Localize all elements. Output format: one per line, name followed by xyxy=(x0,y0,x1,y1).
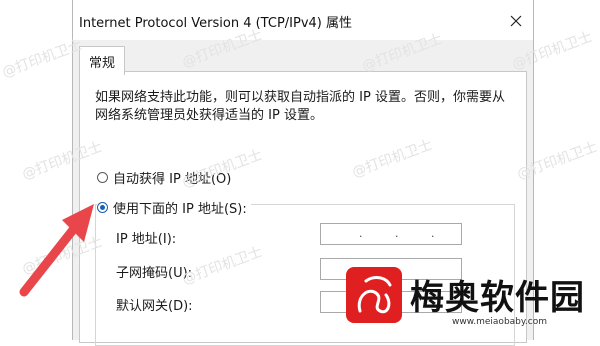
logo-icon xyxy=(346,267,402,323)
ip-separator: . xyxy=(359,227,363,240)
brand-url: www.meiaobaby.com xyxy=(452,317,548,327)
default-gateway-label: 默认网关(D): xyxy=(116,299,193,314)
dragon-icon xyxy=(357,276,392,314)
tab-general[interactable]: 常规 xyxy=(79,46,125,75)
subnet-mask-label: 子网掩码(U): xyxy=(116,266,193,281)
ip-separator: . xyxy=(395,227,399,240)
description-text: 如果网络支持此功能，则可以获取自动指派的 IP 设置。否则，你需要从网络系统管理… xyxy=(95,90,505,123)
close-button[interactable] xyxy=(503,8,529,34)
close-icon xyxy=(510,15,522,27)
ip-address-input[interactable]: . . . xyxy=(320,223,462,245)
auto-ip-option[interactable]: 自动获得 IP 地址(O) xyxy=(97,168,231,187)
window-title: Internet Protocol Version 4 (TCP/IPv4) 属… xyxy=(79,16,353,31)
auto-ip-radio[interactable] xyxy=(97,172,108,183)
auto-ip-label: 自动获得 IP 地址(O) xyxy=(113,172,232,187)
pointer-arrow-icon xyxy=(19,204,94,297)
manual-ip-label: 使用下面的 IP 地址(S): xyxy=(113,202,247,217)
ip-address-label: IP 地址(I): xyxy=(116,232,177,247)
tab-strip: 常规 xyxy=(73,40,533,75)
title-bar: Internet Protocol Version 4 (TCP/IPv4) 属… xyxy=(73,0,533,40)
brand-name: 梅奥软件园 xyxy=(410,278,585,318)
ip-separator: . xyxy=(431,227,435,240)
manual-ip-option[interactable]: 使用下面的 IP 地址(S): xyxy=(97,198,251,217)
